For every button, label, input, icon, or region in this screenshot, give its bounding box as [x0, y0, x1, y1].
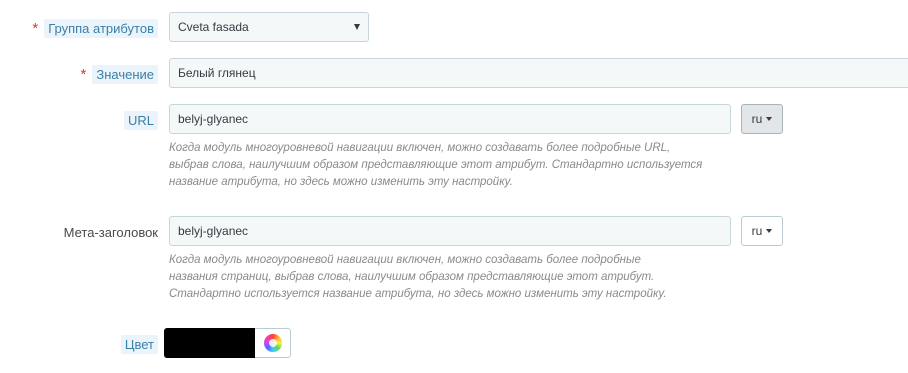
color-label-cell: Цвет: [120, 334, 158, 354]
url-label-cell: URL: [123, 110, 158, 130]
color-label: Цвет: [120, 334, 158, 354]
attribute-group-select[interactable]: Cveta fasada: [169, 12, 369, 42]
url-help-text: Когда модуль многоуровневой навигации вк…: [169, 140, 749, 191]
attribute-group-label-cell: * Группа атрибутов: [32, 18, 158, 38]
help-line: название атрибута, но здесь можно измени…: [169, 176, 513, 188]
url-label: URL: [123, 110, 158, 130]
color-picker-button[interactable]: [255, 328, 291, 358]
caret-down-icon: [766, 117, 773, 121]
caret-down-icon: [766, 229, 773, 233]
help-line: выбрав слова, наилучшим образом представ…: [169, 159, 703, 171]
value-label-cell: * Значение: [80, 64, 158, 84]
meta-title-language-label: ru: [751, 224, 763, 238]
help-line: Когда модуль многоуровневой навигации вк…: [169, 142, 671, 154]
attribute-value-form: * Группа атрибутов Cveta fasada * Значен…: [0, 0, 908, 373]
url-language-dropdown[interactable]: ru: [741, 104, 783, 134]
required-star: *: [32, 19, 39, 37]
color-swatch[interactable]: [164, 328, 256, 358]
value-input[interactable]: Белый глянец: [169, 58, 908, 88]
meta-title-language-dropdown[interactable]: ru: [741, 216, 783, 246]
help-line: Стандартно используется название атрибут…: [169, 288, 667, 300]
help-line: Когда модуль многоуровневой навигации вк…: [169, 254, 641, 266]
attribute-group-selected-value: Cveta fasada: [178, 20, 249, 34]
help-line: названия страниц, выбрав слова, наилучши…: [169, 271, 655, 283]
value-label: Значение: [92, 64, 158, 84]
meta-title-help-text: Когда модуль многоуровневой навигации вк…: [169, 252, 749, 303]
meta-title-input-text: belyj-glyanec: [178, 224, 249, 238]
color-wheel-icon: [263, 334, 282, 352]
meta-title-label-cell: Мета-заголовок: [64, 222, 158, 242]
url-input-text: belyj-glyanec: [178, 112, 249, 126]
meta-title-label: Мета-заголовок: [63, 224, 158, 240]
chevron-down-icon: [354, 24, 360, 30]
attribute-group-label: Группа атрибутов: [44, 18, 158, 38]
url-language-label: ru: [751, 112, 763, 126]
meta-title-input[interactable]: belyj-glyanec: [169, 216, 731, 246]
url-input[interactable]: belyj-glyanec: [169, 104, 731, 134]
required-star: *: [80, 65, 87, 83]
value-input-text: Белый глянец: [178, 66, 256, 80]
